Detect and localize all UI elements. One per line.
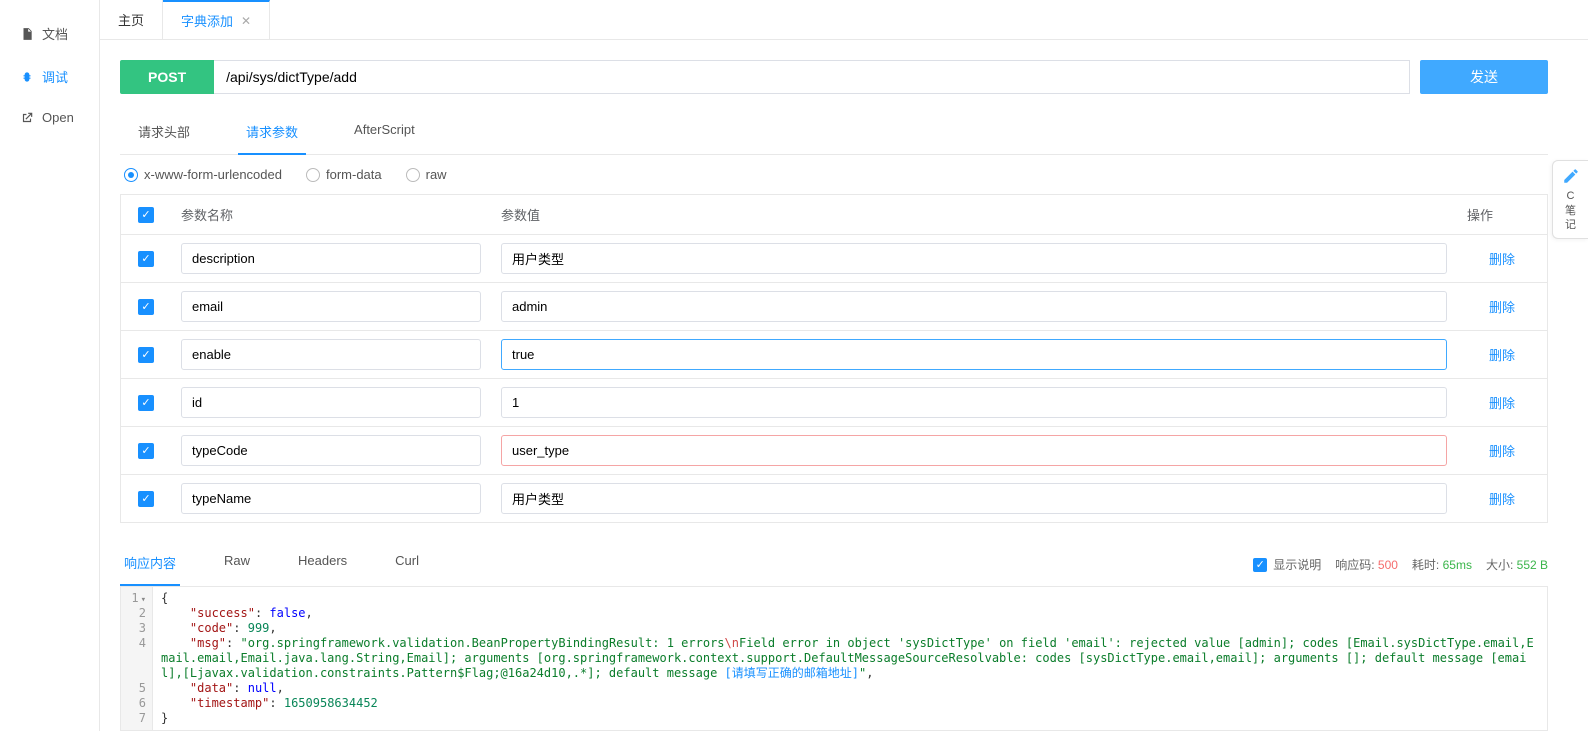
params-header-row: ✓ 参数名称 参数值 操作 xyxy=(121,195,1547,235)
notes-icon xyxy=(1562,167,1580,185)
params-table: ✓ 参数名称 参数值 操作 ✓ 删除 ✓ 删除 ✓ 删除 ✓ 删除 ✓ 删除 ✓ 删除 xyxy=(120,194,1548,523)
bug-icon xyxy=(20,70,34,84)
req-tab-AfterScript[interactable]: AfterScript xyxy=(346,112,423,155)
content: POST 发送 请求头部请求参数 AfterScript x-www-form-u… xyxy=(100,40,1588,731)
resp-tab-响应内容[interactable]: 响应内容 xyxy=(120,543,180,586)
resp-time-value: 65ms xyxy=(1443,558,1472,572)
response-bar: 响应内容 Raw Headers Curl ✓ 显示说明 响应码: 500 耗时: 6… xyxy=(120,543,1548,586)
param-value-input[interactable] xyxy=(501,483,1447,514)
col-name: 参数名称 xyxy=(171,195,491,234)
param-row: ✓ 删除 xyxy=(121,331,1547,379)
resp-tab-Raw[interactable]: Raw xyxy=(220,543,254,586)
delete-button[interactable]: 删除 xyxy=(1489,396,1515,411)
param-value-input[interactable] xyxy=(501,387,1447,418)
notes-widget[interactable]: C 笔 记 xyxy=(1552,160,1588,239)
body-type-raw[interactable]: raw xyxy=(406,167,447,182)
resp-tab-Curl[interactable]: Curl xyxy=(391,543,423,586)
param-value-input[interactable] xyxy=(501,435,1447,466)
tab-字典添加[interactable]: 字典添加✕ xyxy=(163,0,270,39)
delete-button[interactable]: 删除 xyxy=(1489,348,1515,363)
resp-tab-Headers[interactable]: Headers xyxy=(294,543,351,586)
col-value: 参数值 xyxy=(491,195,1457,234)
response-body: 1234567 { "success": false, "code": 999,… xyxy=(120,586,1548,731)
delete-button[interactable]: 删除 xyxy=(1489,252,1515,267)
request-tabs: 请求头部请求参数 AfterScript xyxy=(120,112,1548,155)
delete-button[interactable]: 删除 xyxy=(1489,300,1515,315)
response-tabs: 响应内容 Raw Headers Curl xyxy=(120,543,423,586)
param-name-input[interactable] xyxy=(181,243,481,274)
show-desc-label: 显示说明 xyxy=(1273,556,1321,573)
sidebar-label: Open xyxy=(42,110,74,125)
resp-size-value: 552 B xyxy=(1517,558,1548,572)
send-button[interactable]: 发送 xyxy=(1420,60,1548,94)
param-value-input[interactable] xyxy=(501,243,1447,274)
close-icon[interactable]: ✕ xyxy=(241,14,251,28)
resp-code-label: 响应码: xyxy=(1335,558,1374,572)
param-row: ✓ 删除 xyxy=(121,283,1547,331)
param-value-input[interactable] xyxy=(501,339,1447,370)
param-name-input[interactable] xyxy=(181,387,481,418)
code-gutter: 1234567 xyxy=(121,587,153,730)
code-content[interactable]: { "success": false, "code": 999, "msg": … xyxy=(153,587,1547,730)
col-op: 操作 xyxy=(1457,195,1547,234)
main: 主页字典添加✕ POST 发送 请求头部请求参数 AfterScript x-ww… xyxy=(100,0,1588,731)
resp-code-value: 500 xyxy=(1378,558,1398,572)
body-type-form-data[interactable]: form-data xyxy=(306,167,382,182)
tab-主页[interactable]: 主页 xyxy=(100,0,163,39)
req-tab-请求参数[interactable]: 请求参数 xyxy=(238,112,306,155)
http-method-badge[interactable]: POST xyxy=(120,60,214,94)
sidebar: 文档调试 Open xyxy=(0,0,100,731)
req-tab-请求头部[interactable]: 请求头部 xyxy=(130,112,198,155)
response-meta: ✓ 显示说明 响应码: 500 耗时: 65ms 大小: 552 B xyxy=(1253,556,1548,573)
param-checkbox[interactable]: ✓ xyxy=(138,347,154,363)
param-name-input[interactable] xyxy=(181,291,481,322)
delete-button[interactable]: 删除 xyxy=(1489,444,1515,459)
param-checkbox[interactable]: ✓ xyxy=(138,491,154,507)
sidebar-label: 文档 xyxy=(42,24,68,43)
param-name-input[interactable] xyxy=(181,483,481,514)
tabs-bar: 主页字典添加✕ xyxy=(100,0,1588,40)
delete-button[interactable]: 删除 xyxy=(1489,492,1515,507)
body-type-row: x-www-form-urlencoded form-data raw xyxy=(120,155,1548,194)
param-row: ✓ 删除 xyxy=(121,235,1547,283)
url-input[interactable] xyxy=(214,60,1410,94)
radio-dot xyxy=(124,168,138,182)
body-type-x-www-form-urlencoded[interactable]: x-www-form-urlencoded xyxy=(124,167,282,182)
radio-dot xyxy=(406,168,420,182)
resp-time-label: 耗时: xyxy=(1412,558,1439,572)
doc-icon xyxy=(20,27,34,41)
param-checkbox[interactable]: ✓ xyxy=(138,251,154,267)
sidebar-item-调试[interactable]: 调试 xyxy=(0,55,99,98)
param-checkbox[interactable]: ✓ xyxy=(138,395,154,411)
request-bar: POST 发送 xyxy=(120,60,1548,94)
sidebar-item-文档[interactable]: 文档 xyxy=(0,12,99,55)
param-name-input[interactable] xyxy=(181,435,481,466)
sidebar-item-Open[interactable]: Open xyxy=(0,98,99,137)
param-checkbox[interactable]: ✓ xyxy=(138,299,154,315)
param-row: ✓ 删除 xyxy=(121,427,1547,475)
resp-size-label: 大小: xyxy=(1486,558,1513,572)
param-row: ✓ 删除 xyxy=(121,379,1547,427)
param-row: ✓ 删除 xyxy=(121,475,1547,522)
param-checkbox[interactable]: ✓ xyxy=(138,443,154,459)
open-icon xyxy=(20,111,34,125)
param-value-input[interactable] xyxy=(501,291,1447,322)
radio-dot xyxy=(306,168,320,182)
sidebar-label: 调试 xyxy=(42,67,68,86)
check-all[interactable]: ✓ xyxy=(138,207,154,223)
show-desc-checkbox[interactable]: ✓ xyxy=(1253,558,1267,572)
param-name-input[interactable] xyxy=(181,339,481,370)
